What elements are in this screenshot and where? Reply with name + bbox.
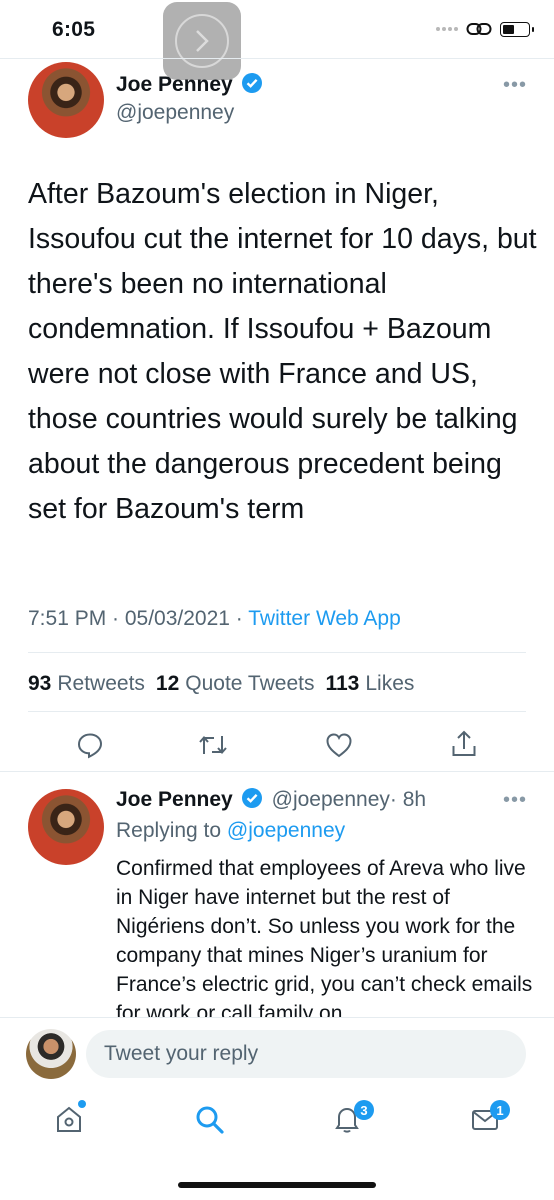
reply-author-handle: @joepenney [271,788,390,811]
battery-icon [500,21,534,37]
quotes-label: Quote Tweets [185,672,315,695]
tweet-more-button[interactable]: ••• [503,74,527,97]
header-divider [0,58,554,59]
my-avatar[interactable] [26,1029,76,1079]
likes-stat[interactable]: 113 Likes [325,672,414,696]
search-icon [196,1106,224,1134]
status-time: 6:05 [52,18,96,41]
stats-divider [28,711,526,712]
signal-dots [436,27,458,31]
author-avatar[interactable] [28,62,104,138]
retweets-count: 93 [28,672,52,695]
home-icon [57,1106,81,1132]
reply-time: · 8h [389,788,427,811]
author-name: Joe Penney [116,73,233,96]
replying-to-handle[interactable]: @joepenney [227,819,345,842]
tweet-source-app[interactable]: Twitter Web App [248,607,401,630]
verified-badge-icon [242,73,263,93]
retweets-label: Retweets [57,672,145,695]
reply-author-name: Joe Penney [116,788,233,811]
quotes-stat[interactable]: 12 Quote Tweets [156,672,315,696]
pip-forward-button[interactable] [163,2,241,80]
retweet-icon[interactable] [198,731,228,759]
meta-divider [28,652,526,653]
tab-messages[interactable]: 1 [470,1100,510,1138]
tab-home[interactable] [54,1100,88,1138]
retweets-stat[interactable]: 93 Retweets [28,672,145,696]
actions-divider [0,771,554,772]
reply-more-button[interactable]: ••• [503,789,527,812]
messages-badge: 1 [490,1100,510,1120]
verified-badge-icon [242,788,263,808]
tweet-timestamp: 7:51 PM · 05/03/2021 · [28,607,249,630]
reply-header[interactable]: Joe Penney @joepenney· 8h [116,787,426,812]
tweet-text: After Bazoum's election in Niger, Issouf… [28,178,537,525]
home-new-dot [78,1100,86,1108]
tab-search[interactable] [194,1104,226,1141]
home-indicator [178,1182,376,1188]
like-icon[interactable] [325,732,353,758]
tab-bar: 3 1 [0,1096,554,1156]
reply-text: Confirmed that employees of Areva who li… [116,857,533,1018]
tweet-stats: 93 Retweets 12 Quote Tweets 113 Likes [28,672,414,696]
composer-divider [0,1017,554,1018]
author-name-row[interactable]: Joe Penney [116,72,263,97]
notifications-badge: 3 [354,1100,374,1120]
reply-input-placeholder: Tweet your reply [104,1042,259,1065]
tweet-meta: 7:51 PM · 05/03/2021 · Twitter Web App [28,607,401,631]
tab-notifications[interactable]: 3 [332,1100,374,1138]
replying-to-prefix: Replying to [116,819,227,842]
reply-text-viewport: Confirmed that employees of Areva who li… [0,840,554,1018]
likes-label: Likes [365,672,415,695]
status-indicators [436,20,534,38]
forward-chevron-icon [196,30,209,52]
link-icon [466,23,492,35]
reply-icon[interactable] [76,731,104,759]
author-handle[interactable]: @joepenney [116,101,234,125]
likes-count: 113 [325,672,360,695]
share-icon[interactable] [450,729,478,759]
quotes-count: 12 [155,672,180,695]
reply-composer[interactable]: Tweet your reply [86,1030,526,1078]
